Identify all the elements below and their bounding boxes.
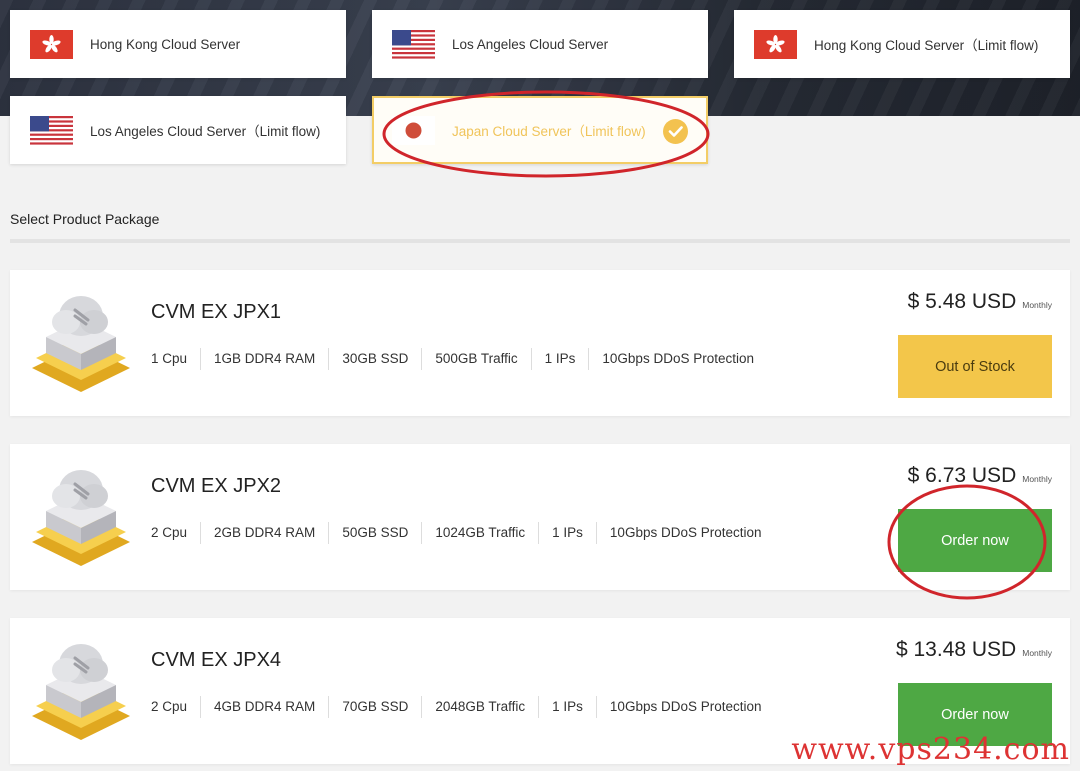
spec-ssd: 70GB SSD [328,696,421,718]
cloud-server-icon [30,460,132,568]
region-label: Hong Kong Cloud Server（Limit flow) [814,38,1039,53]
region-label: Los Angeles Cloud Server [452,36,609,52]
region-card-japan-limit-flow[interactable]: Japan Cloud Server（Limit flow) [372,96,708,164]
spec-cpu: 2 Cpu [151,525,188,540]
package-name: CVM EX JPX4 [151,649,282,671]
spec-ram: 4GB DDR4 RAM [200,696,328,718]
us-flag-icon [30,116,73,145]
price-amount: $ 6.73 USD [907,464,1017,487]
billing-cycle: Monthly [1022,648,1052,658]
cloud-server-icon [30,634,132,742]
region-card-los-angeles-limit-flow[interactable]: Los Angeles Cloud Server（Limit flow) [10,96,346,164]
region-label: Japan Cloud Server（Limit flow) [452,124,646,139]
price: $ 6.73 USD Monthly [908,464,1052,488]
divider [10,239,1070,243]
price-amount: $ 5.48 USD [907,290,1017,313]
region-card-hong-kong-limit-flow[interactable]: Hong Kong Cloud Server（Limit flow) [734,10,1070,78]
order-now-button[interactable]: Order now [898,509,1052,572]
price: $ 13.48 USD Monthly [896,638,1052,662]
package-card: CVM EX JPX1 1 Cpu 1GB DDR4 RAM 30GB SSD … [10,270,1070,416]
price-amount: $ 13.48 USD [895,638,1017,661]
cloud-server-icon [30,286,132,394]
spec-ssd: 30GB SSD [328,348,421,370]
us-flag-icon [392,30,435,59]
package-specs: 2 Cpu 4GB DDR4 RAM 70GB SSD 2048GB Traff… [151,696,775,718]
package-card: CVM EX JPX2 2 Cpu 2GB DDR4 RAM 50GB SSD … [10,444,1070,590]
spec-ram: 1GB DDR4 RAM [200,348,328,370]
out-of-stock-button[interactable]: Out of Stock [898,335,1052,398]
checkmark-icon [663,119,688,144]
price: $ 5.48 USD Monthly [908,290,1052,314]
spec-traffic: 2048GB Traffic [421,696,538,718]
spec-traffic: 1024GB Traffic [421,522,538,544]
region-card-hong-kong[interactable]: Hong Kong Cloud Server [10,10,346,78]
spec-ssd: 50GB SSD [328,522,421,544]
spec-ips: 1 IPs [530,348,589,370]
spec-ddos: 10Gbps DDoS Protection [595,522,775,544]
hk-flag-icon [754,30,797,59]
spec-cpu: 1 Cpu [151,351,188,366]
spec-ips: 1 IPs [538,522,596,544]
package-specs: 1 Cpu 1GB DDR4 RAM 30GB SSD 500GB Traffi… [151,348,767,370]
package-name: CVM EX JPX1 [151,301,282,323]
spec-ram: 2GB DDR4 RAM [200,522,328,544]
jp-flag-icon [392,116,435,145]
section-title: Select Product Package [10,211,160,227]
package-specs: 2 Cpu 2GB DDR4 RAM 50GB SSD 1024GB Traff… [151,522,775,544]
spec-traffic: 500GB Traffic [421,348,530,370]
watermark: www.vps234.com [791,732,1070,767]
spec-cpu: 2 Cpu [151,699,188,714]
billing-cycle: Monthly [1022,300,1052,310]
region-card-los-angeles[interactable]: Los Angeles Cloud Server [372,10,708,78]
spec-ddos: 10Gbps DDoS Protection [588,348,767,370]
spec-ips: 1 IPs [538,696,596,718]
package-name: CVM EX JPX2 [151,475,282,497]
spec-ddos: 10Gbps DDoS Protection [595,696,775,718]
region-label: Hong Kong Cloud Server [90,36,241,52]
hk-flag-icon [30,30,73,59]
region-label: Los Angeles Cloud Server（Limit flow) [90,124,321,139]
billing-cycle: Monthly [1022,474,1052,484]
